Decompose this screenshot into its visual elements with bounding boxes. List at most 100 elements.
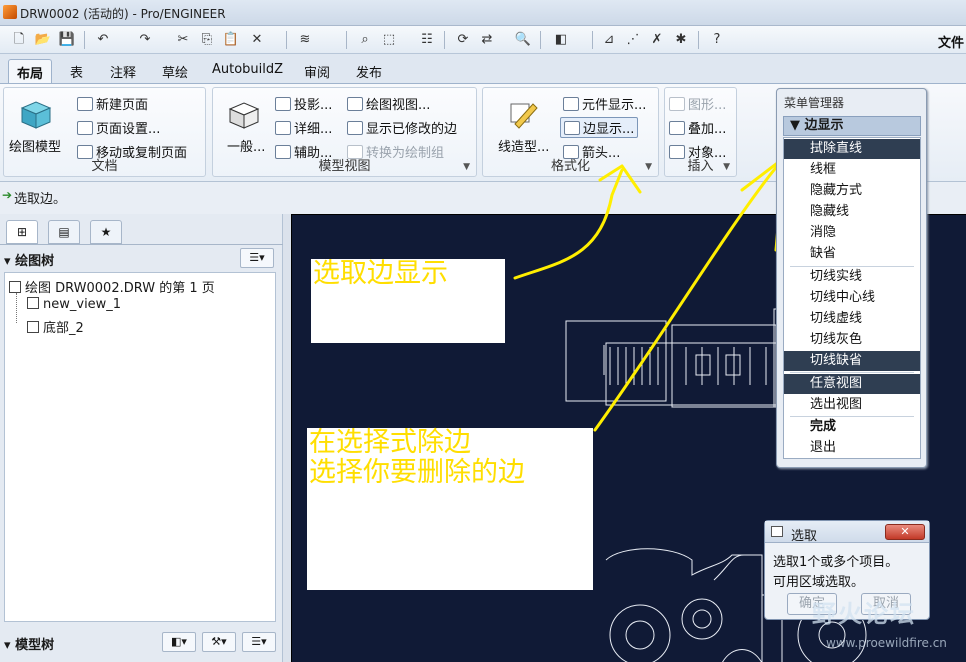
tab-favorites[interactable]: ★ <box>90 220 122 244</box>
redo-icon[interactable]: ↷ <box>136 31 154 49</box>
paste-icon[interactable]: 📋 <box>222 31 240 49</box>
close-icon: ✕ <box>900 525 910 538</box>
page-setup-button[interactable]: 页面设置... <box>77 118 160 137</box>
menu-item-done[interactable]: 完成 <box>784 417 920 437</box>
model-tree-settings-button[interactable]: ⚒▾ <box>202 632 236 652</box>
close-button[interactable]: ✕ <box>885 524 925 540</box>
menu-item-default[interactable]: 缺省 <box>784 244 920 264</box>
tab-sketch[interactable]: 草绘 <box>154 59 196 83</box>
edge-display-button[interactable]: 边显示... <box>560 117 639 138</box>
tree-item-view[interactable]: new_view_1 <box>27 297 121 312</box>
coordinate-system-icon[interactable]: ✱ <box>672 31 690 49</box>
insert-group: 图形... 叠加... 对象... 插入 ▼ <box>664 87 737 177</box>
select-box-icon[interactable]: ⬚ <box>380 31 398 49</box>
panel-splitter[interactable] <box>283 214 291 662</box>
model-view-dropdown-icon[interactable]: ▼ <box>463 162 470 172</box>
format-dropdown-icon[interactable]: ▼ <box>645 162 652 172</box>
projection-icon <box>275 97 291 111</box>
component-display-icon <box>563 97 579 111</box>
document-group: 绘图模型 新建页面 页面设置... 移动或复制页面 文档 <box>3 87 206 177</box>
datum-points-icon[interactable]: ✗ <box>648 31 666 49</box>
tab-annotate[interactable]: 注释 <box>102 59 144 83</box>
menu-item-any-view[interactable]: 任意视图 <box>784 374 920 394</box>
new-icon[interactable]: 🗋 <box>10 31 28 49</box>
annotation-note-1: 选取边显示 <box>311 259 505 343</box>
tab-table[interactable]: 表 <box>62 59 91 83</box>
repaint-icon[interactable]: ⇄ <box>478 31 496 49</box>
select-dialog-titlebar[interactable]: 选取 ✕ <box>765 521 929 544</box>
menu-item-hidden-mode[interactable]: 隐藏方式 <box>784 181 920 201</box>
edge-display-menu-header[interactable]: ▼ 边显示 <box>783 116 921 136</box>
new-page-button[interactable]: 新建页面 <box>77 94 148 113</box>
general-view-button[interactable]: 一般... <box>227 136 265 155</box>
general-view-icon <box>227 100 261 133</box>
format-group: 线造型... 元件显示... 边显示... 箭头... 格式化 ▼ <box>482 87 659 177</box>
model-tree-header[interactable]: ▾ 模型树 <box>4 634 54 653</box>
model-tree-options-button[interactable]: ☰▾ <box>242 632 276 652</box>
delete-icon[interactable]: ✕ <box>248 31 266 49</box>
tab-folder-browser[interactable]: ▤ <box>48 220 80 244</box>
graphics-icon <box>669 97 685 111</box>
format-group-label: 格式化 <box>550 159 590 174</box>
drawing-view-button[interactable]: 绘图视图... <box>347 94 430 113</box>
model-tree-icon[interactable]: ☷ <box>418 31 436 49</box>
file-menu[interactable]: 文件 <box>938 32 964 51</box>
menu-item-quit[interactable]: 退出 <box>784 438 920 458</box>
sheet-icon <box>9 281 21 293</box>
menu-manager-title: 菜单管理器 <box>784 96 845 110</box>
tree-item-sheet[interactable]: 绘图 DRW0002.DRW 的第 1 页 <box>9 277 215 296</box>
menu-item-tangent-dashed[interactable]: 切线虚线 <box>784 309 920 329</box>
graphics-button[interactable]: 图形... <box>669 94 726 113</box>
menu-item-tangent-default[interactable]: 切线缺省 <box>784 351 920 371</box>
find-icon[interactable]: ⌕ <box>356 31 374 49</box>
line-style-icon <box>505 98 539 133</box>
drawing-tree: 绘图 DRW0002.DRW 的第 1 页 new_view_1 底部_2 <box>4 272 276 622</box>
projection-button[interactable]: 投影... <box>275 94 332 113</box>
tab-autobuildz[interactable]: AutobuildZ <box>204 59 291 83</box>
tab-layout[interactable]: 布局 <box>8 59 53 83</box>
context-help-icon[interactable]: ? <box>708 31 726 49</box>
model-tree-display-button[interactable]: ◧▾ <box>162 632 196 652</box>
show-modified-edges-button[interactable]: 显示已修改的边 <box>347 118 457 137</box>
drawing-tree-header[interactable]: ▾ 绘图树 <box>4 250 54 269</box>
title-bar: DRW0002 (活动的) - Pro/ENGINEER <box>0 0 966 26</box>
cut-icon[interactable]: ✂ <box>174 31 192 49</box>
save-icon[interactable]: 💾 <box>58 31 76 49</box>
insert-dropdown-icon[interactable]: ▼ <box>723 162 730 172</box>
datum-axes-icon[interactable]: ⋰ <box>624 31 642 49</box>
regenerate-icon[interactable]: ⟳ <box>454 31 472 49</box>
menu-item-wireframe[interactable]: 线框 <box>784 160 920 180</box>
watermark-url: www.proewildfire.cn <box>826 636 947 650</box>
display-style-icon[interactable]: ◧ <box>552 31 570 49</box>
menu-item-pick-view[interactable]: 选出视图 <box>784 395 920 415</box>
menu-item-no-hidden[interactable]: 消隐 <box>784 223 920 243</box>
tab-review[interactable]: 审阅 <box>296 59 338 83</box>
model-view-group-label: 模型视图 <box>318 159 371 174</box>
menu-item-tangent-gray[interactable]: 切线灰色 <box>784 330 920 350</box>
drawing-view-icon <box>347 97 363 111</box>
menu-item-erase-line[interactable]: 拭除直线 <box>784 139 920 159</box>
drawing-model-button[interactable]: 绘图模型 <box>9 136 61 155</box>
model-view-group: 一般... 投影... 详细... 辅助... 绘图视图... 显示已修改的边 … <box>212 87 477 177</box>
menu-item-hidden-line[interactable]: 隐藏线 <box>784 202 920 222</box>
drawing-tree-options-button[interactable]: ☰▾ <box>240 248 274 268</box>
tree-item-view[interactable]: 底部_2 <box>27 317 84 336</box>
tab-publish[interactable]: 发布 <box>348 59 390 83</box>
copy-icon[interactable]: ⎘ <box>198 31 216 49</box>
tab-model-tree[interactable]: ⊞ <box>6 220 38 244</box>
undo-icon[interactable]: ↶ <box>94 31 112 49</box>
layer-icon[interactable]: ≋ <box>296 31 314 49</box>
line-style-button[interactable]: 线造型... <box>498 136 549 155</box>
menu-item-tangent-centerline[interactable]: 切线中心线 <box>784 288 920 308</box>
detail-view-button[interactable]: 详细... <box>275 118 332 137</box>
zoom-icon[interactable]: 🔍 <box>514 31 532 49</box>
open-icon[interactable]: 📂 <box>34 31 52 49</box>
component-display-button[interactable]: 元件显示... <box>563 94 646 113</box>
favorites-icon: ★ <box>100 225 112 239</box>
edge-display-menu-list: 拭除直线 线框 隐藏方式 隐藏线 消隐 缺省 切线实线 切线中心线 切线虚线 切… <box>783 137 921 459</box>
datum-planes-icon[interactable]: ⊿ <box>600 31 618 49</box>
overlay-button[interactable]: 叠加... <box>669 118 726 137</box>
document-group-label: 文档 <box>91 159 118 174</box>
menu-item-tangent-solid[interactable]: 切线实线 <box>784 267 920 287</box>
select-dialog-hint: 可用区域选取。 <box>773 575 865 590</box>
